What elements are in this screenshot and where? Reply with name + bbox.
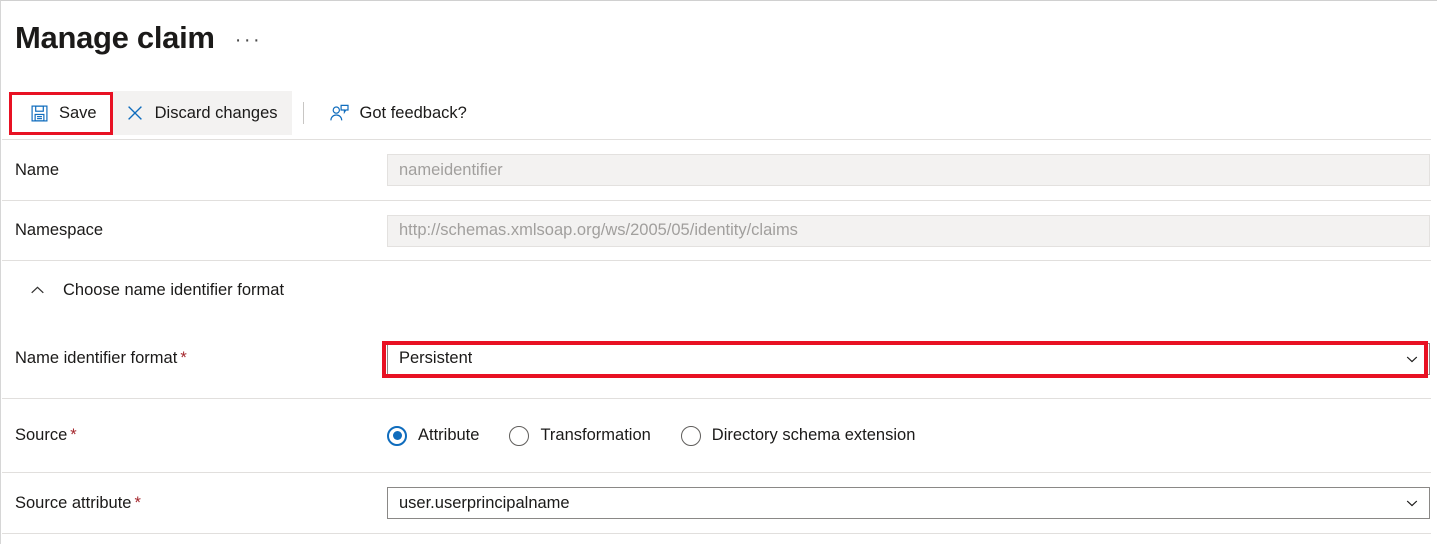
save-button[interactable]: Save xyxy=(15,91,111,135)
source-attribute-label: Source attribute * xyxy=(1,494,387,513)
form-row-namespace: Namespace http://schemas.xmlsoap.org/ws/… xyxy=(1,201,1437,260)
source-label: Source * xyxy=(1,426,387,445)
blade-header: Manage claim ··· xyxy=(1,1,1437,73)
radio-attribute-mark xyxy=(387,425,407,446)
page-title: Manage claim xyxy=(15,19,215,55)
name-label: Name xyxy=(15,160,60,179)
required-marker: * xyxy=(180,349,187,367)
source-radio-group: Attribute Transformation Directory schem… xyxy=(387,425,916,446)
chevron-down-icon xyxy=(1405,352,1419,366)
name-input: nameidentifier xyxy=(387,154,1430,186)
source-attribute-label-text: Source attribute xyxy=(15,493,132,512)
namespace-input: http://schemas.xmlsoap.org/ws/2005/05/id… xyxy=(387,214,1430,247)
radio-transformation-label: Transformation xyxy=(540,426,651,444)
radio-transformation[interactable]: Transformation xyxy=(509,425,651,446)
namespace-input-value: http://schemas.xmlsoap.org/ws/2005/05/id… xyxy=(399,221,798,239)
form-row-source: Source * Attribute Transformation Directo… xyxy=(1,399,1437,472)
name-identifier-format-value: Persistent xyxy=(399,349,473,367)
form-row-source-attribute: Source attribute * user.userprincipalname xyxy=(1,473,1437,533)
name-identifier-format-label-text: Name identifier format xyxy=(15,349,178,367)
discard-changes-button[interactable]: Discard changes xyxy=(110,91,292,135)
divider-source-attribute xyxy=(2,533,1431,534)
namespace-label: Namespace xyxy=(15,221,104,239)
save-button-label: Save xyxy=(59,103,97,122)
close-x-icon xyxy=(124,102,146,124)
radio-directory-schema-extension[interactable]: Directory schema extension xyxy=(680,425,916,446)
radio-directory-schema-extension-label: Directory schema extension xyxy=(711,426,916,444)
radio-attribute[interactable]: Attribute xyxy=(387,425,480,446)
choose-name-identifier-format-section-toggle[interactable]: Choose name identifier format xyxy=(1,261,1437,319)
chevron-down-icon xyxy=(1405,496,1419,510)
source-attribute-dropdown[interactable]: user.userprincipalname xyxy=(387,487,1430,519)
name-identifier-format-label: Name identifier format * xyxy=(1,349,387,368)
name-identifier-format-dropdown[interactable]: Persistent xyxy=(387,342,1430,375)
chevron-up-icon xyxy=(29,282,46,299)
discard-changes-label: Discard changes xyxy=(154,103,278,122)
required-marker: * xyxy=(134,493,141,512)
section-title: Choose name identifier format xyxy=(63,280,285,299)
radio-transformation-mark xyxy=(509,425,530,446)
command-bar: Save Discard changes Got feedback? xyxy=(1,87,1437,139)
got-feedback-button[interactable]: Got feedback? xyxy=(313,91,481,135)
manage-claim-blade: Manage claim ··· Save Discard changes Go… xyxy=(0,0,1437,544)
toolbar-divider xyxy=(302,102,304,124)
radio-attribute-label: Attribute xyxy=(418,426,480,444)
form-row-name-identifier-format: Name identifier format * Persistent xyxy=(1,319,1437,398)
claim-form: Name nameidentifier Namespace http://sch… xyxy=(1,139,1437,534)
form-row-name: Name nameidentifier xyxy=(1,140,1437,200)
name-input-value: nameidentifier xyxy=(399,160,503,179)
more-options-icon[interactable]: ··· xyxy=(235,29,262,52)
person-feedback-icon xyxy=(329,102,351,124)
required-marker: * xyxy=(70,426,77,444)
save-floppy-icon xyxy=(28,102,50,124)
source-label-text: Source xyxy=(15,426,68,444)
source-attribute-value: user.userprincipalname xyxy=(399,493,570,512)
got-feedback-label: Got feedback? xyxy=(359,103,467,122)
radio-directory-schema-extension-mark xyxy=(680,425,701,446)
